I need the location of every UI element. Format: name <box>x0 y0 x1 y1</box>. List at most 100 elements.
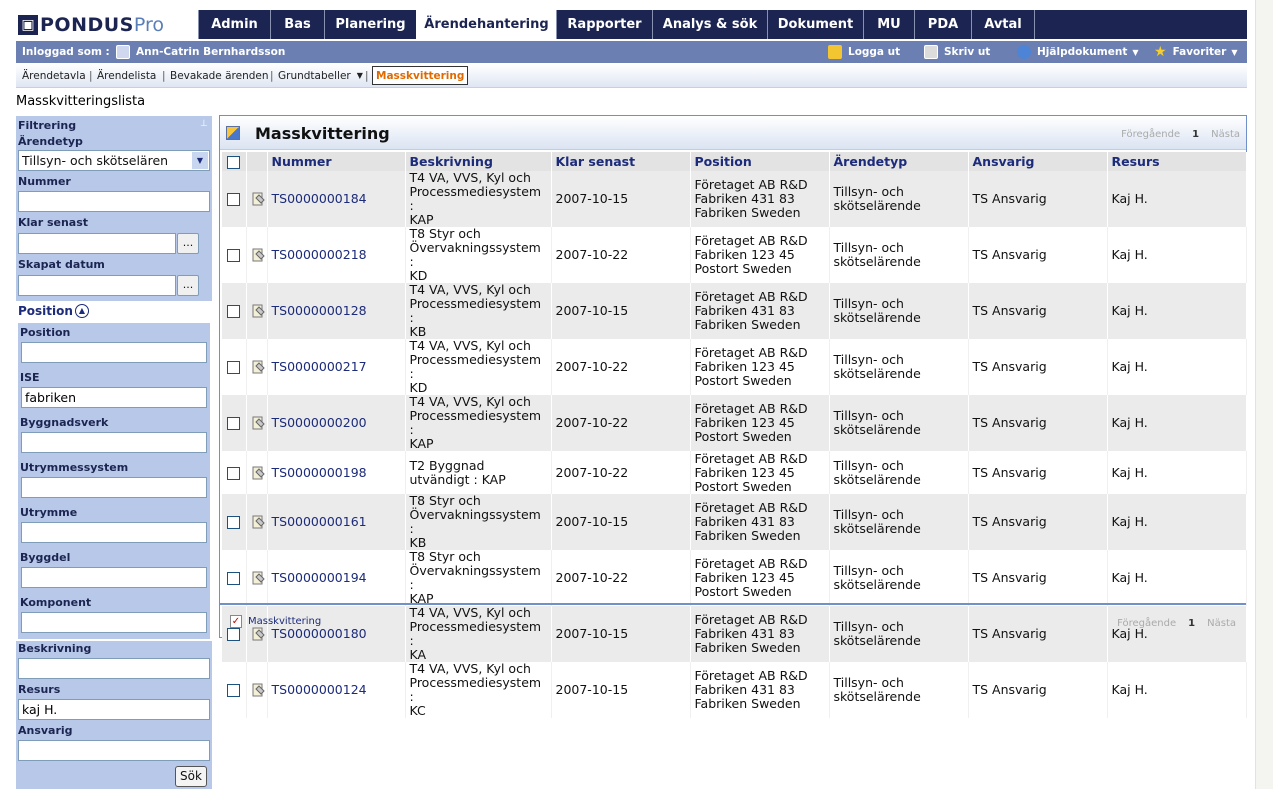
table-row[interactable]: TS0000000161 T8 Styr och Övervakningssyste… <box>222 494 1247 550</box>
masskvittering-action-link[interactable]: ✓ Masskvittering <box>230 615 321 628</box>
nav-tab-dokument[interactable]: Dokument <box>767 10 863 39</box>
row-checkbox[interactable] <box>227 361 241 374</box>
ansvarig-input[interactable] <box>18 740 210 761</box>
arendetyp-select[interactable]: Tillsyn- och skötselären ▼ <box>18 150 210 171</box>
table-row[interactable]: TS0000000194 T8 Styr och Övervakningssyste… <box>222 550 1247 606</box>
print-link[interactable]: Skriv ut <box>924 41 990 63</box>
row-checkbox[interactable] <box>227 684 241 697</box>
arendetyp-line: Tillsyn- och <box>833 296 904 311</box>
row-nummer-link[interactable]: TS0000000184 <box>267 171 406 227</box>
nav-tab-bas[interactable]: Bas <box>270 10 324 39</box>
row-nummer-link[interactable]: TS0000000161 <box>267 494 406 550</box>
subnav-bevakade-arenden[interactable]: Bevakade ärenden <box>170 64 269 87</box>
subnav-grundtabeller[interactable]: Grundtabeller ▼ <box>278 64 363 87</box>
row-nummer-link[interactable]: TS0000000194 <box>267 550 406 606</box>
arendetyp-line: skötselärende <box>833 198 921 213</box>
nav-tab-rapporter[interactable]: Rapporter <box>556 10 652 39</box>
nav-tab-avtal[interactable]: Avtal <box>971 10 1035 39</box>
skapat-datum-input[interactable] <box>18 275 176 296</box>
pin-icon[interactable]: ⊥ <box>200 119 208 129</box>
beskrivning-line: T4 VA, VVS, Kyl och <box>409 395 531 409</box>
row-nummer-link[interactable]: TS0000000217 <box>267 339 406 395</box>
table-row[interactable]: TS0000000218 T8 Styr och Övervakningssyste… <box>222 227 1247 283</box>
position-line: Fabriken 431 83 <box>694 682 795 697</box>
skapat-datum-picker-button[interactable]: ... <box>177 275 199 296</box>
logout-link[interactable]: Logga ut <box>828 41 900 63</box>
position-section-header[interactable]: Position ▲ <box>18 304 89 318</box>
table-row[interactable]: TS0000000128 T4 VA, VVS, Kyl och Processme… <box>222 283 1247 339</box>
beskrivning-line: T4 VA, VVS, Kyl och <box>409 662 531 676</box>
row-nummer-link[interactable]: TS0000000218 <box>267 227 406 283</box>
pager-next[interactable]: Nästa <box>1207 618 1236 629</box>
column-header-resurs[interactable]: Resurs <box>1107 152 1247 171</box>
position-line: Företaget AB R&D <box>694 345 808 360</box>
column-header-klar-senast[interactable]: Klar senast <box>551 152 691 171</box>
subnav-arendelista[interactable]: Ärendelista <box>97 64 156 87</box>
subnav-masskvittering[interactable]: Masskvittering <box>372 66 469 85</box>
column-header-ansvarig[interactable]: Ansvarig <box>968 152 1108 171</box>
beskrivning-input[interactable] <box>18 658 210 679</box>
row-position: Företaget AB R&D Fabriken 431 83 Fabriken … <box>690 171 830 227</box>
beskrivning-line: Processmediesystem : <box>409 675 542 704</box>
komponent-label: Komponent <box>20 596 92 609</box>
row-checkbox[interactable] <box>227 466 241 480</box>
table-header-row: Nummer Beskrivning Klar senast Position … <box>222 152 1247 171</box>
byggdel-input[interactable] <box>21 567 207 588</box>
row-checkbox[interactable] <box>227 249 241 262</box>
window-scrollbar[interactable] <box>1255 0 1273 789</box>
grid-list-icon <box>226 126 240 140</box>
row-checkbox[interactable] <box>227 193 241 206</box>
nav-tab-planering[interactable]: Planering <box>324 10 416 39</box>
help-dropdown[interactable]: Hjälpdokument ▼ <box>1017 41 1139 63</box>
byggnadsverk-input[interactable] <box>21 432 207 453</box>
pager-prev[interactable]: Föregående <box>1117 618 1176 629</box>
table-row[interactable]: TS0000000184 T4 VA, VVS, Kyl och Processme… <box>222 171 1247 227</box>
row-checkbox[interactable] <box>227 305 241 318</box>
row-nummer-link[interactable]: TS0000000124 <box>267 662 406 718</box>
column-header-position[interactable]: Position <box>690 152 830 171</box>
subnav-arendetavla[interactable]: Ärendetavla <box>22 64 86 87</box>
select-all-checkbox[interactable] <box>227 156 241 169</box>
pager-next[interactable]: Nästa <box>1211 129 1240 140</box>
nav-tab-analys-sok[interactable]: Analys & sök <box>652 10 767 39</box>
table-row[interactable]: TS0000000198 T2 Byggnad utvändigt : KAP 200… <box>222 451 1247 494</box>
row-resurs: Kaj H. <box>1107 339 1247 395</box>
row-checkbox[interactable] <box>227 572 241 585</box>
beskrivning-line: T4 VA, VVS, Kyl och <box>409 171 531 185</box>
column-header-beskrivning[interactable]: Beskrivning <box>405 152 552 171</box>
row-arendetyp: Tillsyn- och skötselärende <box>829 171 969 227</box>
position-line: Fabriken Sweden <box>694 528 801 543</box>
resurs-input[interactable] <box>18 699 210 720</box>
komponent-input[interactable] <box>21 612 207 633</box>
row-checkbox[interactable] <box>227 417 241 430</box>
search-button[interactable]: Sök <box>175 766 207 787</box>
table-row[interactable]: TS0000000217 T4 VA, VVS, Kyl och Processme… <box>222 339 1247 395</box>
klar-senast-input[interactable] <box>18 233 176 254</box>
table-row[interactable]: TS0000000124 T4 VA, VVS, Kyl och Processme… <box>222 662 1247 718</box>
position-line: Företaget AB R&D <box>694 668 808 683</box>
nav-tab-pda[interactable]: PDA <box>914 10 971 39</box>
row-checkbox[interactable] <box>227 516 241 529</box>
nummer-input[interactable] <box>18 191 210 212</box>
arendetyp-line: Tillsyn- och <box>833 507 904 522</box>
table-row[interactable]: TS0000000200 T4 VA, VVS, Kyl och Processme… <box>222 395 1247 451</box>
position-input[interactable] <box>21 342 207 363</box>
utrymme-input[interactable] <box>21 522 207 543</box>
klar-senast-picker-button[interactable]: ... <box>177 233 199 254</box>
help-label: Hjälpdokument <box>1037 46 1128 58</box>
nav-tab-arendehantering[interactable]: Ärendehantering <box>416 10 556 39</box>
utrymmessystem-input[interactable] <box>21 477 207 498</box>
logout-label: Logga ut <box>848 46 901 58</box>
nav-tab-mu[interactable]: MU <box>863 10 914 39</box>
row-ansvarig: TS Ansvarig <box>968 227 1108 283</box>
column-header-arendetyp[interactable]: Ärendetyp <box>829 152 969 171</box>
nav-tab-admin[interactable]: Admin <box>198 10 270 39</box>
column-header-nummer[interactable]: Nummer <box>267 152 406 171</box>
row-nummer-link[interactable]: TS0000000198 <box>267 451 406 494</box>
favorites-dropdown[interactable]: ★ Favoriter ▼ <box>1154 41 1238 63</box>
row-nummer-link[interactable]: TS0000000128 <box>267 283 406 339</box>
ise-input[interactable] <box>21 387 207 408</box>
pager-prev[interactable]: Föregående <box>1121 129 1180 140</box>
skapat-datum-label: Skapat datum <box>18 258 105 271</box>
row-nummer-link[interactable]: TS0000000200 <box>267 395 406 451</box>
